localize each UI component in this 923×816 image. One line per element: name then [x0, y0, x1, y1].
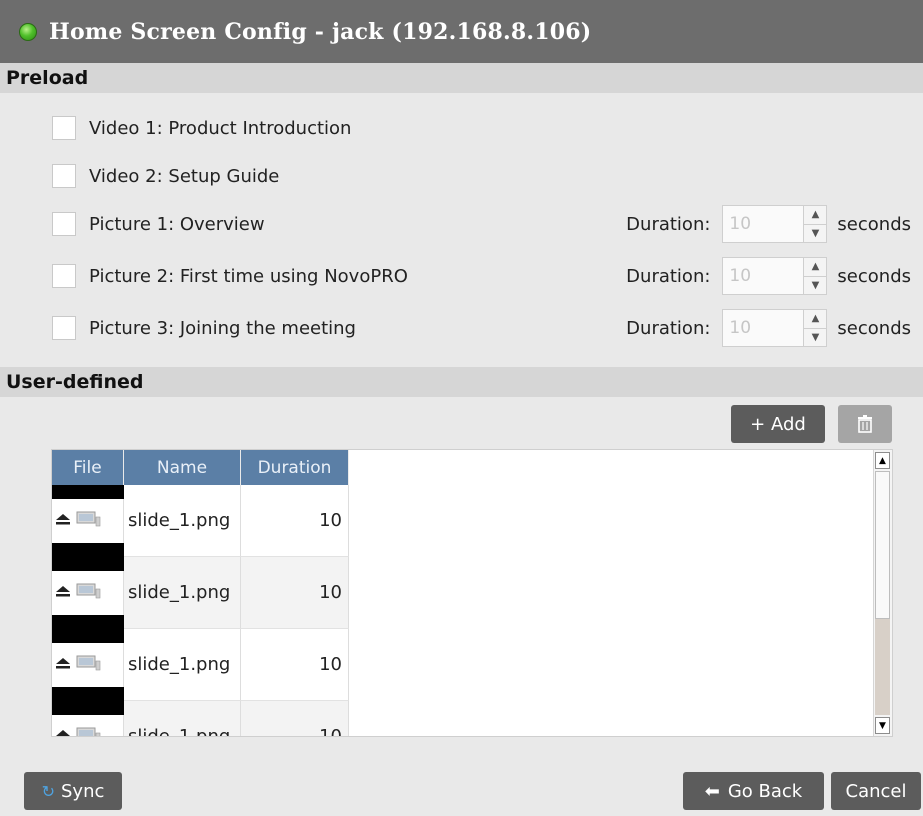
picture-2-duration-unit: seconds: [837, 265, 911, 287]
table-body: slide_1.png 10 slide_1.png 10 slide_1.pn…: [52, 485, 349, 736]
file-thumbnail: [52, 485, 124, 557]
preload-item-picture-2: Picture 2: First time using NovoPRO Dura…: [0, 257, 923, 295]
picture-3-label: Picture 3: Joining the meeting: [89, 317, 356, 339]
picture-3-duration-input[interactable]: [723, 310, 804, 346]
picture-3-duration-label: Duration:: [626, 317, 711, 339]
display-icon: [76, 727, 101, 736]
file-name-cell: slide_1.png: [124, 557, 241, 629]
scroll-down-icon[interactable]: ▼: [875, 717, 890, 734]
user-defined-table: File Name Duration slide_1.png 10 slide_…: [51, 449, 893, 737]
cancel-button[interactable]: Cancel: [831, 772, 921, 810]
picture-3-duration-stepper[interactable]: ▲ ▼: [722, 309, 828, 347]
table-scrollbar[interactable]: ▲ ▼: [873, 450, 892, 736]
user-defined-section-header: User-defined: [0, 367, 923, 397]
table-row[interactable]: slide_1.png 10: [52, 557, 349, 629]
file-thumbnail: [52, 701, 124, 736]
file-name-cell: slide_1.png: [124, 485, 241, 557]
sync-icon: ↻: [41, 781, 55, 801]
table-header: File Name Duration: [52, 450, 349, 485]
duration-cell: 10: [241, 701, 349, 736]
file-name-cell: slide_1.png: [124, 701, 241, 736]
file-thumbnail: [52, 629, 124, 701]
column-header-name[interactable]: Name: [124, 450, 241, 485]
scrollbar-track[interactable]: [875, 619, 890, 715]
connection-status-icon: [19, 22, 37, 41]
table-row[interactable]: slide_1.png 10: [52, 701, 349, 736]
sync-button[interactable]: ↻ Sync: [24, 772, 122, 810]
display-icon: [76, 655, 101, 671]
picture-1-duration-input[interactable]: [723, 206, 804, 242]
display-icon: [76, 511, 101, 527]
table-row[interactable]: slide_1.png 10: [52, 629, 349, 701]
delete-button[interactable]: [838, 405, 892, 443]
file-name-cell: slide_1.png: [124, 629, 241, 701]
stepper-down-icon[interactable]: ▼: [804, 328, 827, 346]
video-1-label: Video 1: Product Introduction: [89, 117, 352, 139]
column-header-duration[interactable]: Duration: [241, 450, 349, 485]
column-header-file[interactable]: File: [52, 450, 124, 485]
eject-icon: [56, 514, 70, 525]
picture-3-duration-unit: seconds: [837, 317, 911, 339]
picture-1-label: Picture 1: Overview: [89, 213, 265, 235]
preload-item-picture-3: Picture 3: Joining the meeting Duration:…: [0, 309, 923, 347]
preload-item-picture-1: Picture 1: Overview Duration: ▲ ▼ second…: [0, 205, 923, 243]
go-back-button[interactable]: ⬅ Go Back: [683, 772, 824, 810]
picture-1-duration-group: Duration: ▲ ▼ seconds: [626, 205, 923, 243]
display-icon: [76, 583, 101, 599]
arrow-left-icon: ⬅: [704, 780, 720, 802]
picture-2-duration-stepper[interactable]: ▲ ▼: [722, 257, 828, 295]
stepper-down-icon[interactable]: ▼: [804, 276, 827, 294]
picture-2-duration-input[interactable]: [723, 258, 804, 294]
picture-1-duration-stepper[interactable]: ▲ ▼: [722, 205, 828, 243]
scrollbar-thumb[interactable]: [875, 471, 890, 619]
duration-cell: 10: [241, 557, 349, 629]
stepper-up-icon[interactable]: ▲: [804, 310, 827, 329]
duration-cell: 10: [241, 629, 349, 701]
video-2-label: Video 2: Setup Guide: [89, 165, 280, 187]
picture-3-duration-group: Duration: ▲ ▼ seconds: [626, 309, 923, 347]
video-1-checkbox[interactable]: [52, 116, 76, 140]
window-titlebar: Home Screen Config - jack (192.168.8.106…: [0, 0, 923, 63]
picture-3-checkbox[interactable]: [52, 316, 76, 340]
duration-cell: 10: [241, 485, 349, 557]
picture-1-duration-unit: seconds: [837, 213, 911, 235]
add-button[interactable]: + Add: [731, 405, 825, 443]
preload-section-header: Preload: [0, 63, 923, 93]
stepper-up-icon[interactable]: ▲: [804, 258, 827, 277]
eject-icon: [56, 730, 70, 736]
sync-label: Sync: [61, 780, 105, 802]
stepper-down-icon[interactable]: ▼: [804, 224, 827, 242]
video-2-checkbox[interactable]: [52, 164, 76, 188]
preload-item-video-1: Video 1: Product Introduction: [0, 111, 923, 145]
picture-1-checkbox[interactable]: [52, 212, 76, 236]
eject-icon: [56, 658, 70, 669]
scroll-up-icon[interactable]: ▲: [875, 452, 890, 469]
picture-2-label: Picture 2: First time using NovoPRO: [89, 265, 408, 287]
preload-item-video-2: Video 2: Setup Guide: [0, 159, 923, 193]
picture-2-checkbox[interactable]: [52, 264, 76, 288]
trash-icon: [858, 415, 872, 433]
picture-2-duration-group: Duration: ▲ ▼ seconds: [626, 257, 923, 295]
stepper-up-icon[interactable]: ▲: [804, 206, 827, 225]
file-thumbnail: [52, 557, 124, 629]
picture-2-duration-label: Duration:: [626, 265, 711, 287]
table-row[interactable]: slide_1.png 10: [52, 485, 349, 557]
go-back-label: Go Back: [727, 780, 803, 802]
eject-icon: [56, 586, 70, 597]
picture-1-duration-label: Duration:: [626, 213, 711, 235]
window-title: Home Screen Config - jack (192.168.8.106…: [49, 18, 592, 45]
